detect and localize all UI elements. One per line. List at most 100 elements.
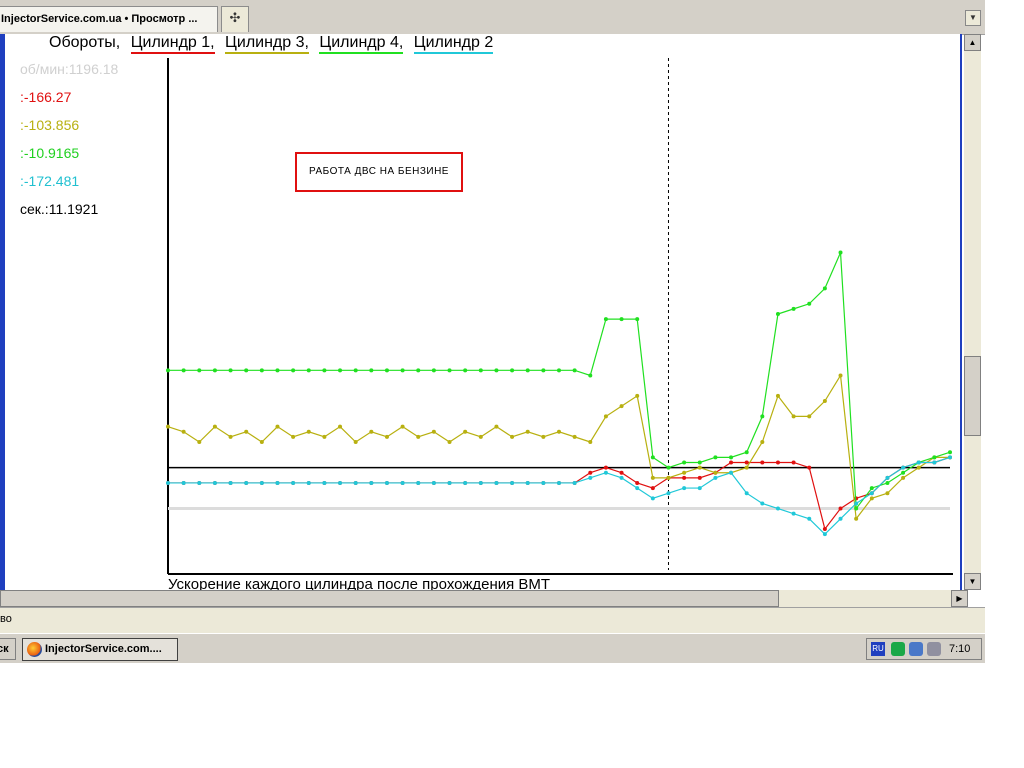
- data-point-cyl4: [541, 368, 546, 373]
- vertical-scrollbar[interactable]: ▲ ▼: [964, 34, 981, 590]
- data-point-cyl4: [760, 414, 765, 419]
- data-point-cyl4: [572, 368, 577, 373]
- data-point-cyl2: [619, 475, 624, 480]
- data-point-cyl3: [197, 440, 202, 444]
- data-point-cyl2: [400, 480, 405, 485]
- data-point-cyl4: [635, 317, 640, 322]
- scroll-down-button[interactable]: ▼: [964, 573, 981, 590]
- data-point-cyl3: [822, 399, 827, 404]
- horizontal-scroll-thumb[interactable]: [0, 590, 779, 607]
- data-point-cyl4: [619, 317, 624, 322]
- tab-title: InjectorService.com.ua • Просмотр ...: [1, 13, 198, 25]
- network-icon[interactable]: [891, 642, 905, 656]
- scroll-right-button[interactable]: ▶: [951, 590, 968, 607]
- data-point-cyl2: [306, 480, 311, 485]
- data-point-cyl2: [510, 480, 515, 485]
- data-point-cyl2: [557, 480, 561, 485]
- taskbar-item-label: InjectorService.com....: [45, 643, 162, 655]
- data-point-cyl1: [697, 475, 702, 480]
- data-point-cyl1: [588, 470, 593, 475]
- data-point-cyl2: [166, 480, 170, 485]
- data-point-cyl4: [291, 368, 296, 373]
- data-point-cyl4: [338, 368, 343, 373]
- system-tray: RU 7:10: [866, 638, 982, 660]
- firefox-icon: [27, 642, 42, 657]
- data-point-cyl2: [572, 480, 577, 485]
- data-point-cyl1: [760, 460, 765, 465]
- data-point-cyl1: [682, 475, 687, 480]
- data-point-cyl2: [635, 486, 640, 491]
- data-point-cyl3: [744, 465, 749, 470]
- data-point-cyl2: [197, 480, 202, 485]
- tab-list-button[interactable]: ▼: [965, 10, 981, 26]
- chart-legend: Обороты, Цилиндр 1, Цилиндр 3, Цилиндр 4…: [49, 34, 499, 58]
- data-point-cyl4: [228, 368, 233, 373]
- clock: 7:10: [949, 643, 971, 655]
- data-point-cyl4: [603, 317, 608, 322]
- data-point-cyl3: [431, 429, 436, 434]
- data-point-cyl2: [369, 480, 374, 485]
- taskbar-item-firefox[interactable]: InjectorService.com....: [22, 638, 178, 661]
- data-point-cyl2: [494, 480, 499, 485]
- data-point-cyl4: [197, 368, 202, 373]
- data-point-cyl2: [666, 491, 671, 496]
- data-point-cyl4: [822, 286, 827, 291]
- data-point-cyl2: [259, 480, 264, 485]
- data-point-cyl2: [869, 491, 874, 496]
- data-point-cyl3: [885, 491, 890, 496]
- data-point-cyl2: [916, 460, 921, 465]
- data-point-cyl4: [807, 301, 812, 306]
- screen: InjectorService.com.ua • Просмотр ... ✣ …: [0, 0, 985, 663]
- data-point-cyl2: [384, 480, 389, 485]
- data-point-cyl2: [932, 460, 937, 465]
- page-content: Обороты, Цилиндр 1, Цилиндр 3, Цилиндр 4…: [5, 34, 960, 590]
- start-button[interactable]: ск: [0, 638, 16, 660]
- data-point-cyl3: [384, 434, 389, 439]
- language-indicator[interactable]: RU: [871, 642, 885, 656]
- data-point-cyl3: [854, 516, 859, 521]
- note-text: РАБОТА ДВС НА БЕНЗИНЕ: [309, 166, 449, 177]
- data-point-cyl2: [729, 470, 734, 475]
- data-point-cyl4: [166, 368, 170, 373]
- data-point-cyl4: [713, 455, 718, 460]
- data-point-cyl3: [525, 429, 530, 434]
- data-point-cyl2: [338, 480, 343, 485]
- data-point-cyl3: [244, 429, 249, 434]
- data-point-cyl3: [181, 429, 186, 434]
- data-point-cyl4: [400, 368, 405, 373]
- scroll-up-button[interactable]: ▲: [964, 34, 981, 51]
- readout-cylinder-1: :-166.27: [20, 89, 72, 105]
- data-point-cyl3: [901, 475, 906, 480]
- data-point-cyl4: [854, 506, 859, 511]
- data-point-cyl1: [822, 527, 827, 532]
- tab-injectorservice[interactable]: InjectorService.com.ua • Просмотр ...: [0, 6, 218, 32]
- data-point-cyl4: [525, 368, 530, 373]
- series-line-cyl4: [168, 252, 951, 511]
- data-point-cyl3: [259, 440, 264, 444]
- data-point-cyl2: [322, 480, 327, 485]
- data-point-cyl2: [275, 480, 280, 485]
- data-point-cyl2: [885, 475, 890, 480]
- data-point-cyl4: [353, 368, 358, 373]
- chevron-down-icon: ▼: [969, 13, 977, 22]
- data-point-cyl3: [510, 434, 515, 439]
- horizontal-scrollbar[interactable]: ▶: [0, 590, 968, 607]
- monitor-icon[interactable]: [909, 642, 923, 656]
- data-point-cyl4: [244, 368, 249, 373]
- tab-bar: InjectorService.com.ua • Просмотр ... ✣ …: [0, 0, 985, 35]
- data-point-cyl4: [259, 368, 264, 373]
- data-point-cyl2: [416, 480, 421, 485]
- arrow-up-icon: ▲: [968, 38, 977, 47]
- new-tab-button[interactable]: ✣: [221, 6, 249, 32]
- data-point-cyl1: [791, 460, 796, 465]
- data-point-cyl3: [588, 440, 593, 444]
- status-bar: во: [0, 607, 985, 633]
- vertical-scroll-thumb[interactable]: [964, 356, 981, 436]
- data-point-cyl4: [384, 368, 389, 373]
- data-point-cyl2: [775, 506, 780, 511]
- data-point-cyl3: [541, 434, 546, 439]
- speaker-icon[interactable]: [927, 642, 941, 656]
- data-point-cyl4: [885, 480, 890, 485]
- data-point-cyl3: [369, 429, 374, 434]
- data-point-cyl2: [807, 516, 812, 521]
